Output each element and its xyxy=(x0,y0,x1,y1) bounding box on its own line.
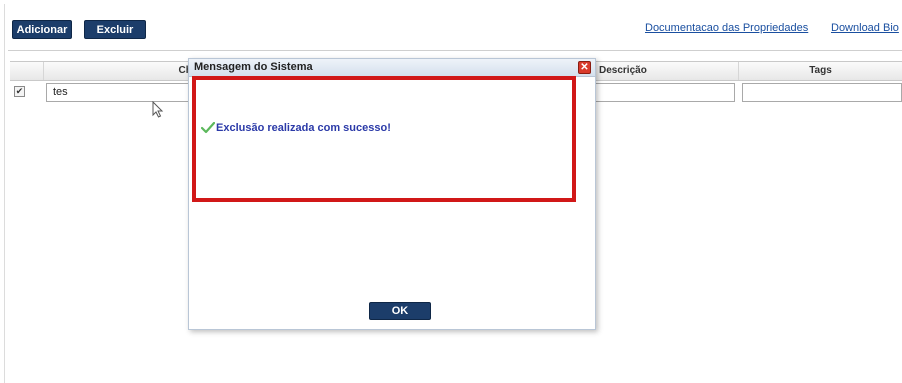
download-link[interactable]: Download Bio xyxy=(831,22,899,34)
system-message-dialog: Mensagem do Sistema ✕ Exclusão realizada… xyxy=(188,58,596,330)
delete-button[interactable]: Excluir xyxy=(84,20,146,39)
documentation-link[interactable]: Documentacao das Propriedades xyxy=(645,22,808,34)
grid-header-descricao[interactable]: Descrição xyxy=(588,62,738,80)
close-icon[interactable]: ✕ xyxy=(578,61,591,74)
chave-input[interactable]: tes xyxy=(46,83,196,102)
toolbar-divider xyxy=(8,50,902,51)
grid-header-tags[interactable]: Tags xyxy=(738,62,902,80)
tags-input[interactable] xyxy=(742,83,902,102)
ok-button[interactable]: OK xyxy=(369,302,431,320)
highlight-frame xyxy=(192,76,576,202)
success-message-text: Exclusão realizada com sucesso! xyxy=(216,122,391,134)
mouse-cursor-icon xyxy=(152,101,164,118)
add-button[interactable]: Adicionar xyxy=(12,20,72,39)
grid-header-select xyxy=(10,62,43,80)
dialog-title: Mensagem do Sistema xyxy=(189,59,595,77)
checkmark-icon xyxy=(201,122,215,134)
descricao-input[interactable] xyxy=(592,83,735,102)
row-checkbox[interactable]: ✔ xyxy=(14,86,25,97)
success-message: Exclusão realizada com sucesso! xyxy=(201,122,391,134)
